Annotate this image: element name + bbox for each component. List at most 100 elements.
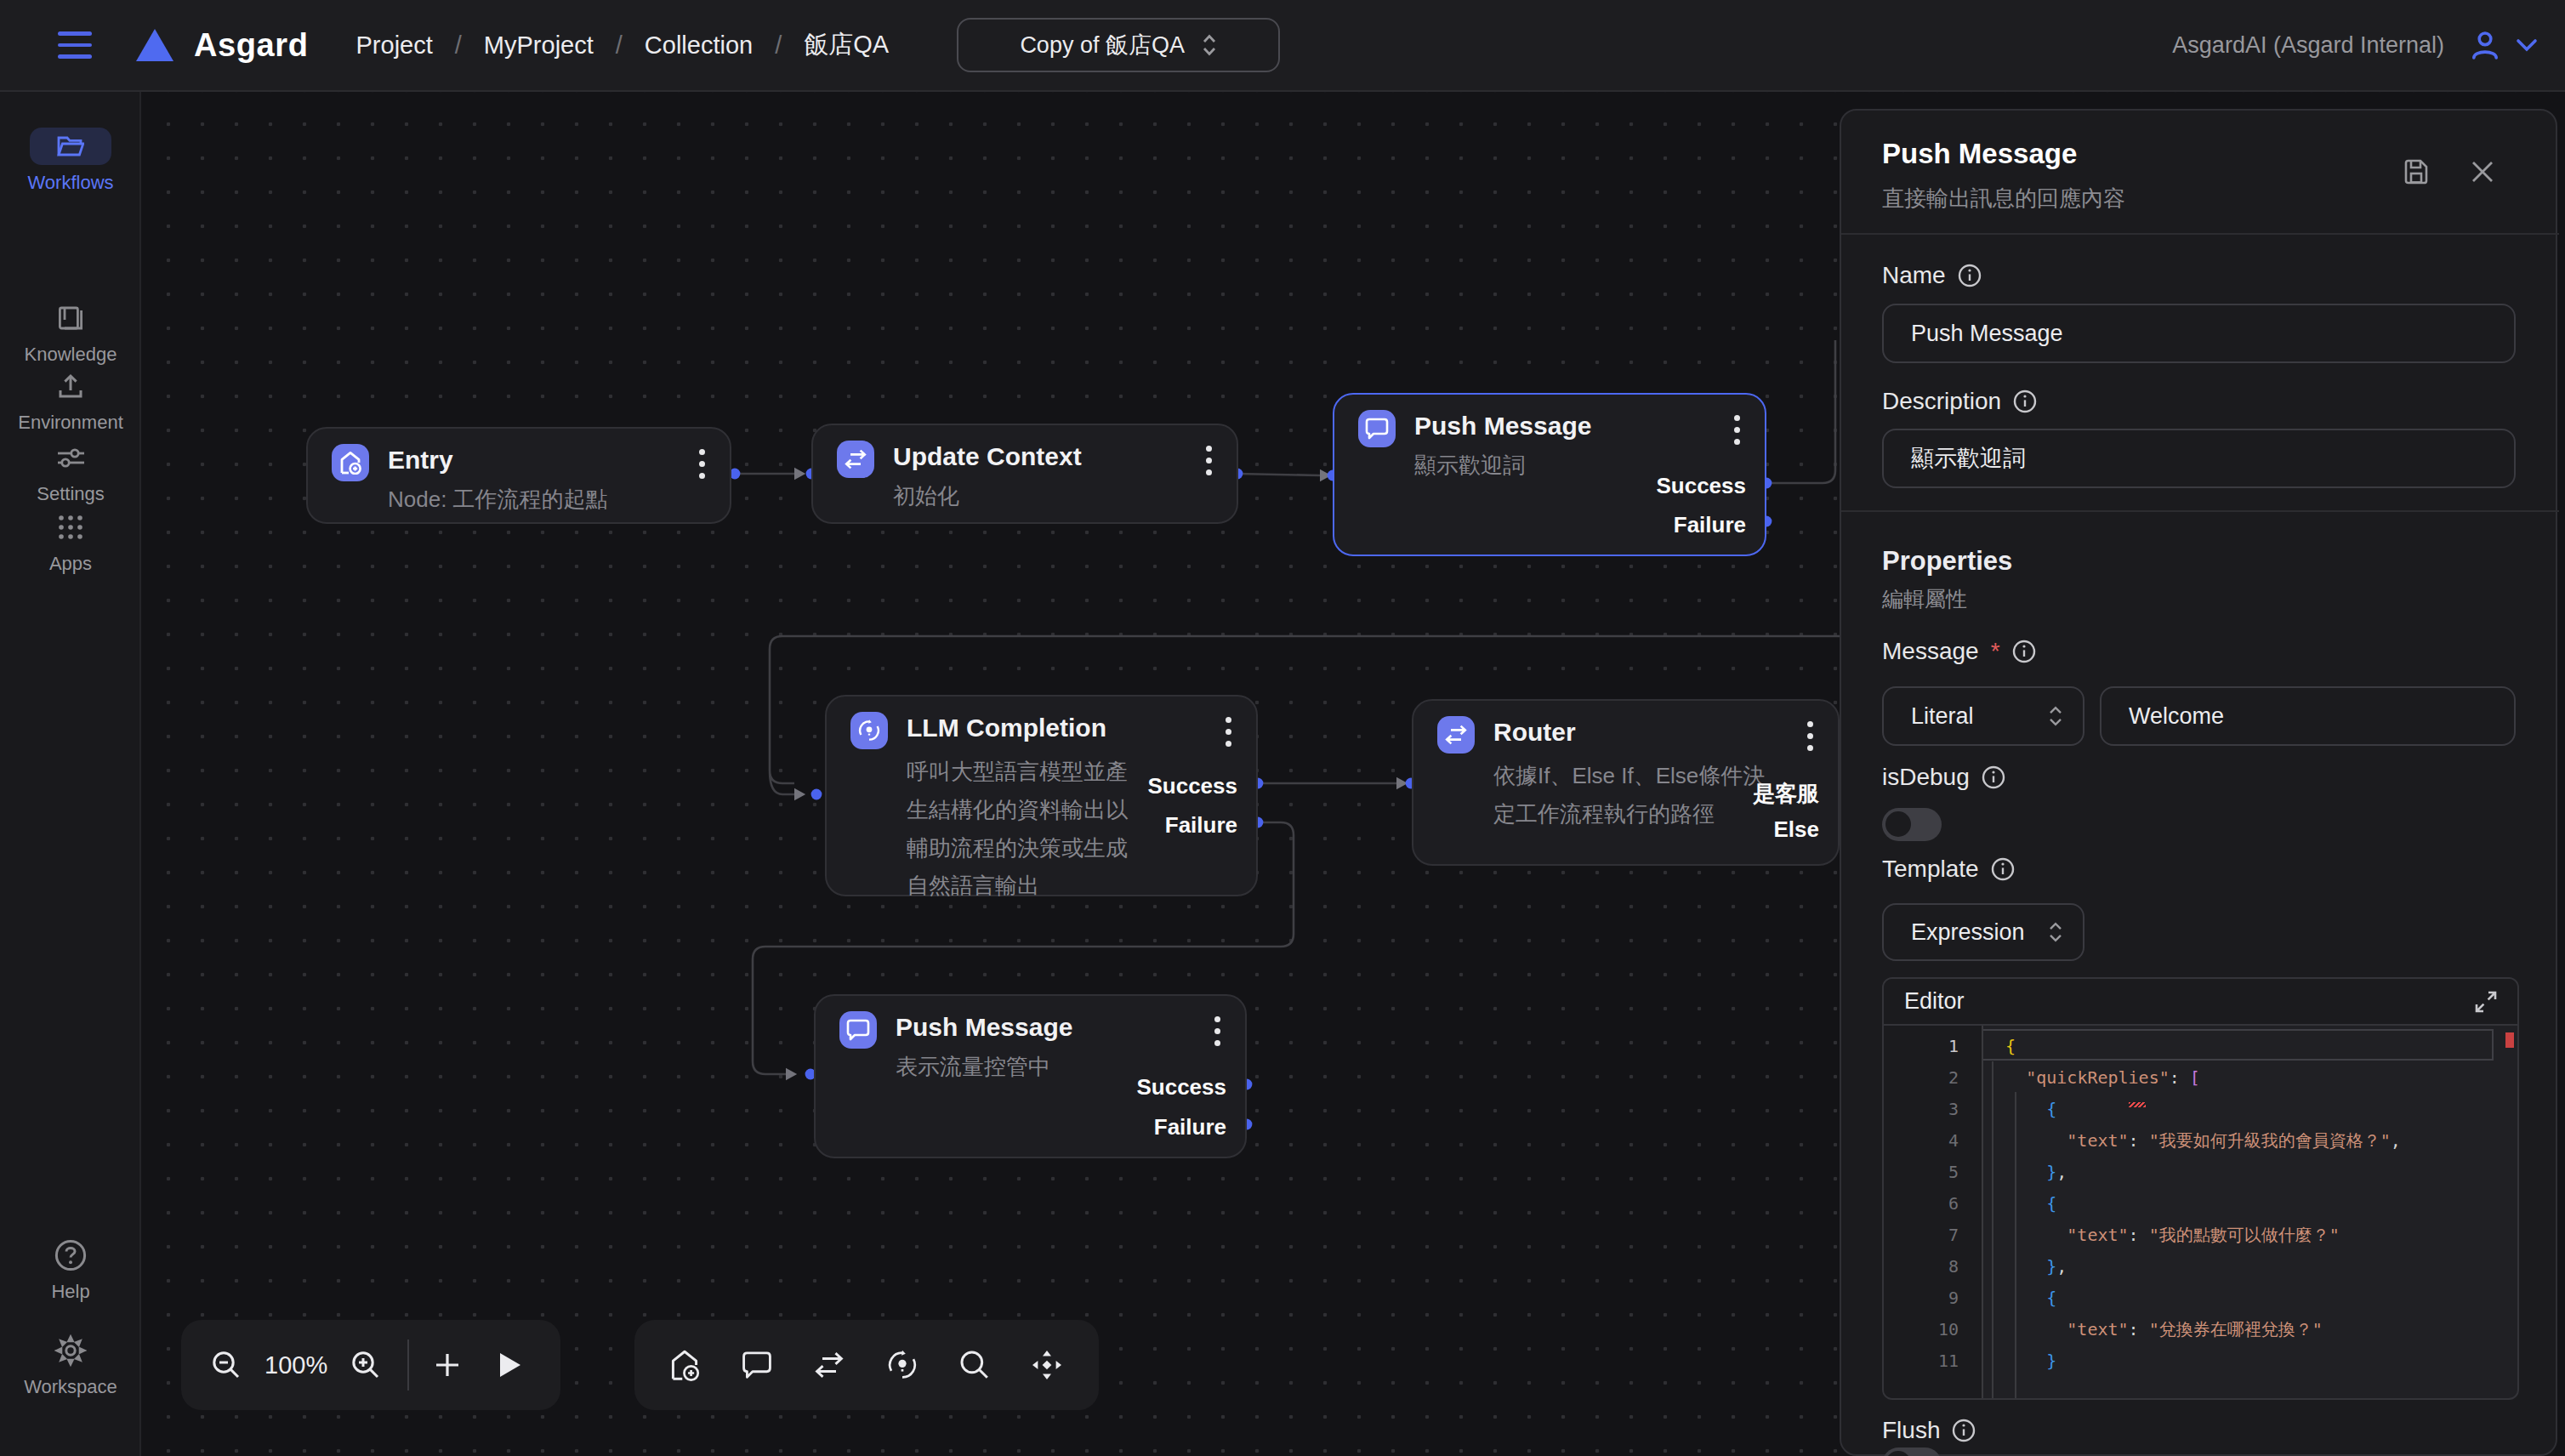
node-menu-icon[interactable] bbox=[1226, 717, 1232, 753]
sidebar-item-workflows[interactable]: Workflows bbox=[0, 128, 141, 194]
user-chevron-down-icon[interactable] bbox=[2516, 38, 2538, 52]
asgard-logo-icon bbox=[136, 29, 173, 61]
line-number: 2 bbox=[1884, 1062, 1959, 1094]
panel-title: Push Message bbox=[1882, 138, 2077, 170]
breadcrumb: Project/ MyProject/ Collection/ 飯店QA bbox=[356, 28, 890, 62]
line-number: 4 bbox=[1884, 1125, 1959, 1157]
node-menu-icon[interactable] bbox=[699, 449, 706, 485]
node-subtitle: 初始化 bbox=[893, 481, 959, 511]
node-menu-icon[interactable] bbox=[1206, 446, 1213, 481]
port-label-iskefu: 是客服 bbox=[1753, 779, 1819, 809]
name-input[interactable]: Push Message bbox=[1882, 304, 2516, 363]
sidebar-item-help[interactable]: Help bbox=[0, 1237, 141, 1303]
push-message-icon bbox=[846, 1019, 870, 1041]
line-number: 3 bbox=[1884, 1094, 1959, 1125]
code-line: { bbox=[1985, 1031, 2016, 1062]
palette-llm-icon[interactable] bbox=[886, 1349, 919, 1381]
sidebar-item-workspace[interactable]: Workspace bbox=[0, 1332, 141, 1398]
palette-entry-icon[interactable] bbox=[668, 1349, 701, 1381]
node-menu-icon[interactable] bbox=[1734, 415, 1741, 451]
user-icon[interactable] bbox=[2468, 28, 2502, 62]
node-title: Update Context bbox=[893, 442, 1082, 471]
port-label-success: Success bbox=[1136, 1074, 1226, 1101]
isdebug-toggle[interactable] bbox=[1882, 808, 1942, 841]
line-number: 9 bbox=[1884, 1283, 1959, 1314]
code-line: { bbox=[1985, 1094, 2056, 1125]
push-message-icon bbox=[1365, 418, 1389, 440]
breadcrumb-project[interactable]: Project bbox=[356, 31, 433, 60]
node-entry[interactable]: Entry Node: 工作流程的起點 bbox=[306, 427, 731, 524]
line-number: 6 bbox=[1884, 1188, 1959, 1220]
breadcrumb-workflow[interactable]: 飯店QA bbox=[804, 28, 889, 62]
palette-search-icon[interactable] bbox=[959, 1350, 990, 1380]
top-bar: Asgard Project/ MyProject/ Collection/ 飯… bbox=[0, 0, 2565, 92]
zoom-in-icon[interactable] bbox=[351, 1351, 380, 1379]
node-subtitle: 呼叫大型語言模型並產生結構化的資料輸出以輔助流程的決策或生成自然語言輸出 bbox=[907, 753, 1136, 905]
select-updown-icon bbox=[1202, 33, 1217, 57]
node-menu-icon[interactable] bbox=[1214, 1016, 1221, 1052]
palette-router-icon[interactable] bbox=[813, 1351, 845, 1379]
palette-message-icon[interactable] bbox=[742, 1351, 772, 1379]
select-updown-icon bbox=[2049, 921, 2062, 943]
port-label-failure: Failure bbox=[1674, 512, 1746, 538]
node-llm-completion[interactable]: LLM Completion 呼叫大型語言模型並產生結構化的資料輸出以輔助流程的… bbox=[825, 695, 1258, 896]
llm-icon bbox=[857, 719, 881, 742]
flush-toggle[interactable] bbox=[1882, 1447, 1942, 1456]
node-push-message-bottom[interactable]: Push Message 表示流量控管中 Success Failure bbox=[814, 994, 1247, 1158]
port-label-success: Success bbox=[1147, 773, 1237, 799]
folder-icon bbox=[57, 135, 84, 157]
sidebar-item-settings[interactable]: Settings bbox=[0, 439, 141, 505]
account-label: AsgardAI (Asgard Internal) bbox=[2172, 32, 2444, 59]
properties-title: Properties bbox=[1882, 546, 2012, 577]
sidebar-item-apps[interactable]: Apps bbox=[0, 509, 141, 575]
line-number: 5 bbox=[1884, 1157, 1959, 1188]
node-title: Push Message bbox=[1414, 412, 1591, 441]
workflow-version-select[interactable]: Copy of 飯店QA bbox=[957, 18, 1280, 72]
sidebar-item-environment[interactable]: Environment bbox=[0, 367, 141, 434]
node-palette-toolbar bbox=[634, 1320, 1099, 1410]
node-config-panel: Push Message 直接輸出訊息的回應內容 Name Push Messa… bbox=[1840, 109, 2557, 1456]
zoom-out-icon[interactable] bbox=[212, 1351, 241, 1379]
gear-icon bbox=[54, 1334, 87, 1367]
expand-icon[interactable] bbox=[2475, 991, 2497, 1013]
node-router[interactable]: Router 依據If、Else If、Else條件決定工作流程執行的路徑 是客… bbox=[1412, 699, 1840, 866]
message-type-select[interactable]: Literal bbox=[1882, 686, 2084, 746]
node-subtitle: 表示流量控管中 bbox=[896, 1052, 1050, 1082]
run-icon[interactable] bbox=[498, 1351, 523, 1379]
add-icon[interactable] bbox=[435, 1352, 460, 1378]
info-icon bbox=[1982, 765, 2005, 789]
update-context-icon bbox=[844, 449, 867, 469]
node-subtitle: 顯示歡迎詞 bbox=[1414, 451, 1525, 481]
panel-subtitle: 直接輸出訊息的回應內容 bbox=[1882, 184, 2125, 213]
node-update-context[interactable]: Update Context 初始化 bbox=[811, 424, 1238, 524]
node-title: LLM Completion bbox=[907, 714, 1106, 742]
template-select[interactable]: Expression bbox=[1882, 903, 2084, 961]
code-line: }, bbox=[1985, 1157, 2067, 1188]
flush-label: Flush bbox=[1882, 1417, 1976, 1444]
line-number: 7 bbox=[1884, 1220, 1959, 1251]
code-line: "text": "我的點數可以做什麼？" bbox=[1985, 1220, 2340, 1251]
entry-icon bbox=[338, 451, 362, 475]
message-label: Message* bbox=[1882, 638, 2036, 665]
code-line: }, bbox=[1985, 1251, 2067, 1283]
left-sidebar: Workflows Knowledge Environment Settings… bbox=[0, 92, 141, 1456]
breadcrumb-collection[interactable]: Collection bbox=[645, 31, 753, 60]
close-icon[interactable] bbox=[2471, 160, 2494, 184]
apps-grid-icon bbox=[58, 515, 83, 540]
node-push-message-top[interactable]: Push Message 顯示歡迎詞 Success Failure bbox=[1333, 393, 1766, 556]
sidebar-item-knowledge[interactable]: Knowledge bbox=[0, 299, 141, 366]
save-icon[interactable] bbox=[2403, 158, 2430, 185]
menu-icon[interactable] bbox=[58, 31, 92, 59]
line-number: 1 bbox=[1884, 1031, 1959, 1062]
breadcrumb-myproject[interactable]: MyProject bbox=[484, 31, 594, 60]
message-value-input[interactable]: Welcome bbox=[2100, 686, 2516, 746]
editor-body[interactable]: 1234567891011 { "quickReplies": [ { "tex… bbox=[1884, 1026, 2517, 1400]
info-icon bbox=[1958, 264, 1982, 287]
node-subtitle: 依據If、Else If、Else條件決定工作流程執行的路徑 bbox=[1493, 757, 1766, 833]
port-label-failure: Failure bbox=[1165, 812, 1237, 839]
palette-fit-view-icon[interactable] bbox=[1031, 1349, 1063, 1381]
description-input[interactable]: 顯示歡迎詞 bbox=[1882, 429, 2516, 488]
code-line: "text": "我要如何升級我的會員資格？", bbox=[1985, 1125, 2401, 1157]
node-menu-icon[interactable] bbox=[1807, 721, 1814, 757]
template-label: Template bbox=[1882, 856, 2015, 883]
